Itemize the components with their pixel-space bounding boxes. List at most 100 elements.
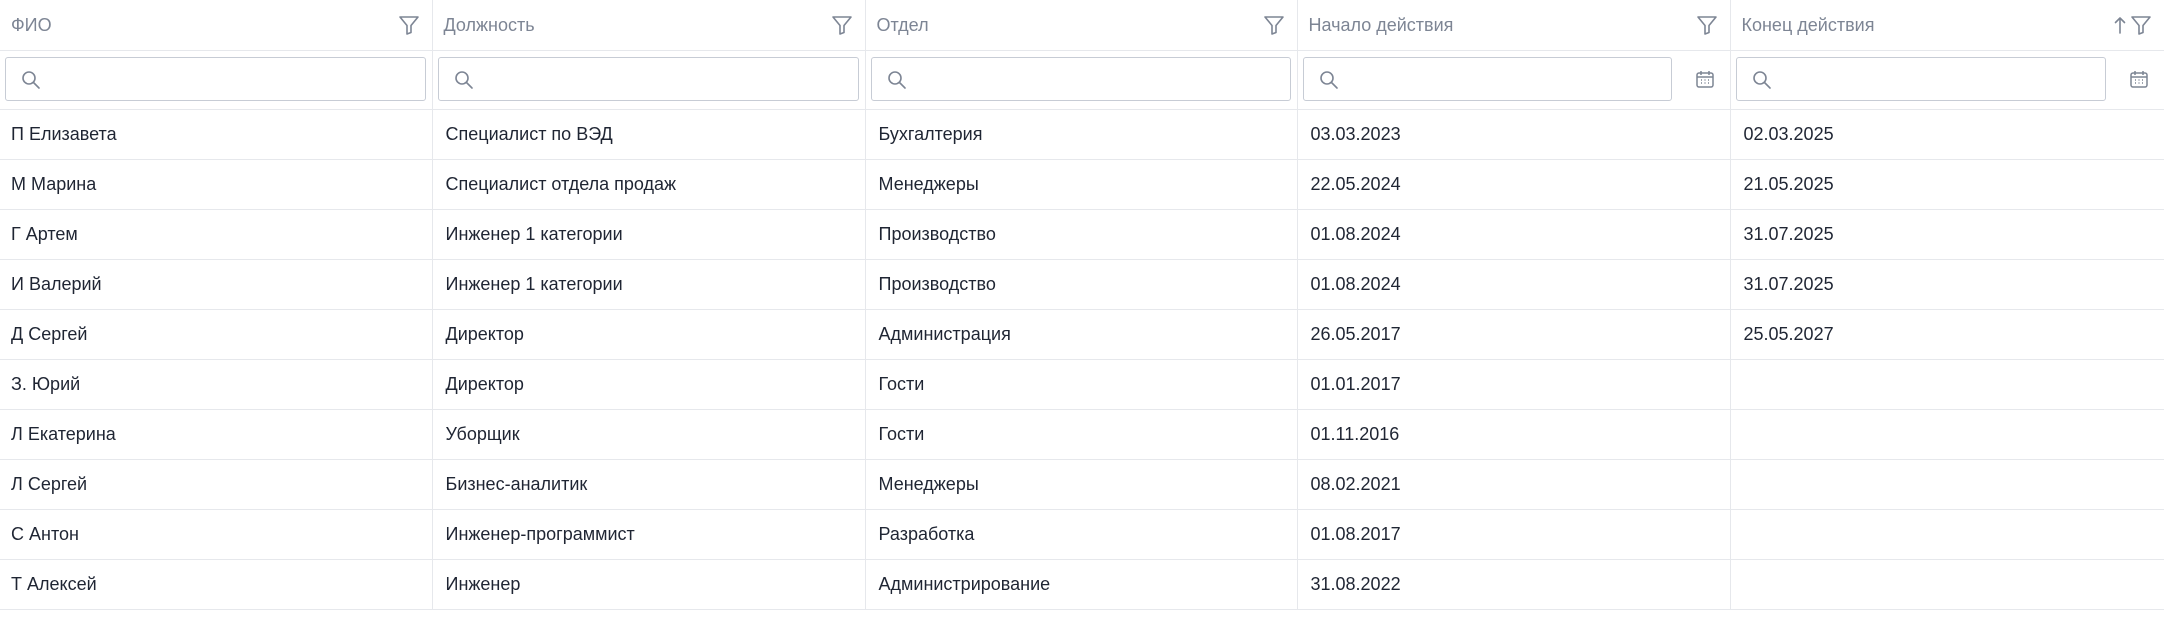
table-row[interactable]: С Антон Инженер-программист Разработка 0…: [0, 509, 2164, 560]
cell-department: Производство: [865, 259, 1298, 310]
cell-end-date: [1730, 559, 2164, 610]
search-input[interactable]: [915, 57, 1284, 102]
search-input[interactable]: [1780, 57, 2099, 102]
search-icon: [1319, 70, 1338, 89]
cell-department: Администрирование: [865, 559, 1298, 610]
filter-cell-department: [865, 50, 1298, 110]
cell-start-date: 01.11.2016: [1297, 409, 1731, 460]
filter-cell-start-date: [1297, 50, 1731, 110]
cell-position: Уборщик: [432, 409, 866, 460]
column-header-fio[interactable]: ФИО: [0, 0, 433, 51]
column-header-end-date[interactable]: Конец действия: [1730, 0, 2164, 51]
cell-position: Директор: [432, 309, 866, 360]
cell-end-date: 02.03.2025: [1730, 109, 2164, 160]
column-header-label: ФИО: [11, 15, 52, 35]
cell-start-date: 26.05.2017: [1297, 309, 1731, 360]
filter-row: [0, 50, 2164, 110]
search-input[interactable]: [482, 57, 852, 102]
cell-end-date: [1730, 459, 2164, 510]
cell-start-date: 01.08.2017: [1297, 509, 1731, 560]
cell-start-date: 31.08.2022: [1297, 559, 1731, 610]
search-icon: [887, 70, 906, 89]
cell-department: Гости: [865, 359, 1298, 410]
cell-position: Специалист по ВЭД: [432, 109, 866, 160]
cell-position: Инженер 1 категории: [432, 209, 866, 260]
search-field[interactable]: [5, 56, 426, 102]
search-icon: [22, 70, 40, 89]
search-field[interactable]: [1735, 56, 2106, 102]
filter-icon[interactable]: [1263, 14, 1285, 36]
cell-fio: М Марина: [0, 159, 433, 210]
filter-icon[interactable]: [1696, 14, 1718, 36]
cell-department: Разработка: [865, 509, 1298, 560]
calendar-icon[interactable]: [2129, 69, 2149, 89]
cell-fio: Л Сергей: [0, 459, 433, 510]
column-header-label: Отдел: [876, 15, 929, 35]
cell-position: Специалист отдела продаж: [432, 159, 866, 210]
filter-icon[interactable]: [831, 14, 853, 36]
cell-end-date: 31.07.2025: [1730, 209, 2164, 260]
filter-cell-fio: [0, 50, 433, 110]
cell-position: Бизнес-аналитик: [432, 459, 866, 510]
cell-fio: Г Артем: [0, 209, 433, 260]
search-field[interactable]: [437, 56, 859, 102]
cell-department: Менеджеры: [865, 459, 1298, 510]
table-row[interactable]: Г Артем Инженер 1 категории Производство…: [0, 209, 2164, 260]
cell-position: Директор: [432, 359, 866, 410]
search-field[interactable]: [1302, 56, 1672, 102]
cell-start-date: 03.03.2023: [1297, 109, 1731, 160]
table-row[interactable]: М Марина Специалист отдела продаж Менедж…: [0, 159, 2164, 210]
table-row[interactable]: З. Юрий Директор Гости 01.01.2017: [0, 359, 2164, 410]
cell-start-date: 22.05.2024: [1297, 159, 1731, 210]
cell-start-date: 01.01.2017: [1297, 359, 1731, 410]
cell-position: Инженер 1 категории: [432, 259, 866, 310]
cell-department: Производство: [865, 209, 1298, 260]
table-row[interactable]: Т Алексей Инженер Администрирование 31.0…: [0, 559, 2164, 610]
cell-department: Бухгалтерия: [865, 109, 1298, 160]
column-header-start-date[interactable]: Начало действия: [1297, 0, 1731, 51]
cell-end-date: 25.05.2027: [1730, 309, 2164, 360]
cell-department: Администрация: [865, 309, 1298, 360]
cell-department: Гости: [865, 409, 1298, 460]
column-header-label: Должность: [443, 15, 535, 35]
cell-fio: З. Юрий: [0, 359, 433, 410]
header-row: ФИО Должность Отдел Начало действия Коне…: [0, 0, 2164, 51]
search-icon: [454, 70, 473, 89]
cell-end-date: [1730, 509, 2164, 560]
search-icon: [1752, 70, 1771, 89]
column-header-label: Конец действия: [1741, 15, 1875, 35]
cell-fio: Д Сергей: [0, 309, 433, 360]
filter-icon[interactable]: [398, 14, 420, 36]
search-field[interactable]: [870, 56, 1291, 102]
table-row[interactable]: Л Екатерина Уборщик Гости 01.11.2016: [0, 409, 2164, 460]
search-input[interactable]: [50, 57, 419, 102]
cell-end-date: 21.05.2025: [1730, 159, 2164, 210]
cell-start-date: 01.08.2024: [1297, 259, 1731, 310]
cell-position: Инженер-программист: [432, 509, 866, 560]
cell-department: Менеджеры: [865, 159, 1298, 210]
table-row[interactable]: И Валерий Инженер 1 категории Производст…: [0, 259, 2164, 310]
cell-fio: П Елизавета: [0, 109, 433, 160]
cell-end-date: 31.07.2025: [1730, 259, 2164, 310]
cell-start-date: 01.08.2024: [1297, 209, 1731, 260]
table-row[interactable]: Д Сергей Директор Администрация 26.05.20…: [0, 309, 2164, 360]
filter-cell-position: [432, 50, 866, 110]
employees-table: ФИО Должность Отдел Начало действия Коне…: [0, 0, 2164, 610]
table-row[interactable]: П Елизавета Специалист по ВЭД Бухгалтери…: [0, 109, 2164, 160]
filter-icon[interactable]: [2130, 14, 2152, 36]
sort-ascending-icon[interactable]: [2114, 15, 2126, 35]
cell-start-date: 08.02.2021: [1297, 459, 1731, 510]
filter-cell-end-date: [1730, 50, 2164, 110]
column-header-position[interactable]: Должность: [432, 0, 866, 51]
cell-position: Инженер: [432, 559, 866, 610]
column-header-label: Начало действия: [1308, 15, 1454, 35]
cell-fio: Л Екатерина: [0, 409, 433, 460]
column-header-department[interactable]: Отдел: [865, 0, 1298, 51]
cell-fio: И Валерий: [0, 259, 433, 310]
calendar-icon[interactable]: [1695, 69, 1715, 89]
cell-end-date: [1730, 359, 2164, 410]
cell-fio: С Антон: [0, 509, 433, 560]
search-input[interactable]: [1347, 57, 1665, 102]
cell-end-date: [1730, 409, 2164, 460]
table-row[interactable]: Л Сергей Бизнес-аналитик Менеджеры 08.02…: [0, 459, 2164, 510]
